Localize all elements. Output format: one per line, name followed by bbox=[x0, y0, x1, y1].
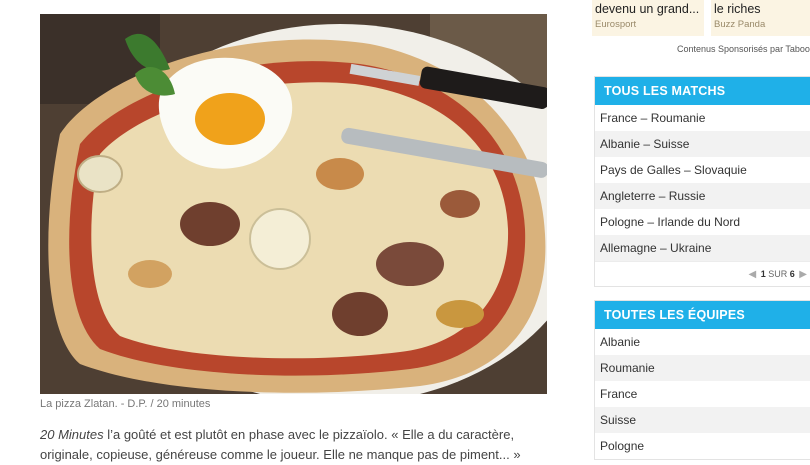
article-line: originale, copieuse, généreuse comme le … bbox=[40, 447, 521, 462]
match-row[interactable]: Pologne – Irlande du Nord bbox=[595, 209, 810, 235]
teams-widget: TOUTES LES ÉQUIPES Albanie Roumanie Fran… bbox=[594, 300, 810, 460]
sponsored-source: Eurosport bbox=[595, 19, 637, 30]
team-row[interactable]: Suisse bbox=[595, 407, 810, 433]
sponsored-title: devenu un grand... bbox=[595, 2, 700, 16]
article-body: 20 Minutes l’a goûté et est plutôt en ph… bbox=[40, 425, 550, 465]
match-row[interactable]: Pays de Galles – Slovaquie bbox=[595, 157, 810, 183]
article-photo bbox=[40, 14, 547, 394]
match-row[interactable]: Allemagne – Ukraine bbox=[595, 235, 810, 261]
article-text-span: l’a goûté et est plutôt en phase avec le… bbox=[103, 427, 515, 442]
sponsored-label[interactable]: Contenus Sponsorisés par Taboola bbox=[677, 44, 810, 54]
photo-caption: La pizza Zlatan. - D.P. / 20 minutes bbox=[40, 398, 211, 410]
sponsored-item[interactable]: devenu un grand... Eurosport bbox=[592, 0, 704, 36]
team-row[interactable]: Roumanie bbox=[595, 355, 810, 381]
widget-header: TOUS LES MATCHS bbox=[595, 77, 810, 105]
pizza-image bbox=[40, 14, 547, 394]
article-line: 20 Minutes l’a goûté et est plutôt en ph… bbox=[40, 425, 550, 445]
pager: ◀ 1 SUR 6 ▶ bbox=[595, 261, 810, 286]
match-row[interactable]: Angleterre – Russie bbox=[595, 183, 810, 209]
team-row[interactable]: Albanie bbox=[595, 329, 810, 355]
team-row[interactable]: France bbox=[595, 381, 810, 407]
team-row[interactable]: Pologne bbox=[595, 433, 810, 459]
sponsored-item[interactable]: le riches Buzz Panda bbox=[711, 0, 810, 36]
sponsored-title: le riches bbox=[714, 2, 761, 16]
matches-widget: TOUS LES MATCHS France – Roumanie Albani… bbox=[594, 76, 810, 287]
pager-current: 1 bbox=[760, 269, 766, 279]
publication-name: 20 Minutes bbox=[40, 427, 104, 442]
sponsored-source: Buzz Panda bbox=[714, 19, 766, 30]
pager-total: 6 bbox=[789, 269, 795, 279]
pager-sep: SUR bbox=[768, 269, 788, 279]
match-row[interactable]: Albanie – Suisse bbox=[595, 131, 810, 157]
prev-arrow-icon[interactable]: ◀ bbox=[748, 269, 756, 280]
match-row[interactable]: France – Roumanie bbox=[595, 105, 810, 131]
widget-header: TOUTES LES ÉQUIPES bbox=[595, 301, 810, 329]
next-arrow-icon[interactable]: ▶ bbox=[799, 269, 807, 280]
